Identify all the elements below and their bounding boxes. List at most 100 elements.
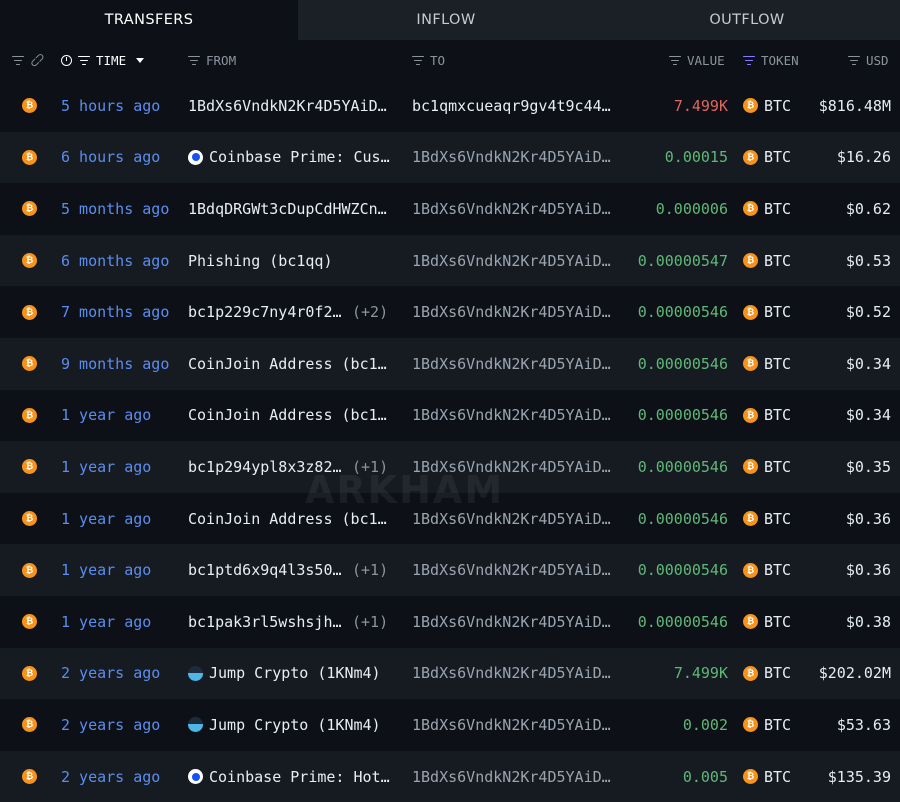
from-cell[interactable]: 1BdXs6VndkN2Kr4D5YAiD…: [188, 80, 398, 132]
to-address[interactable]: 1BdXs6VndkN2Kr4D5YAiD…: [412, 303, 611, 321]
from-address[interactable]: bc1p294ypl8x3z824…: [188, 458, 348, 476]
from-address[interactable]: Jump Crypto (1KNm4): [209, 716, 381, 734]
to-address[interactable]: 1BdXs6VndkN2Kr4D5YAiD…: [412, 716, 611, 734]
token-cell[interactable]: ₿ BTC: [743, 699, 803, 751]
token-cell[interactable]: ₿ BTC: [743, 235, 803, 287]
token-cell[interactable]: ₿ BTC: [743, 648, 803, 700]
from-address[interactable]: 1BdqDRGWt3cDupCdHWZCn…: [188, 200, 387, 218]
from-cell[interactable]: bc1p294ypl8x3z824… (+1): [188, 441, 398, 493]
from-cell[interactable]: Coinbase Prime: Cus…: [188, 132, 398, 184]
chain-filter[interactable]: ⊂⊃: [12, 40, 49, 80]
time-link[interactable]: 1 year ago: [61, 441, 181, 493]
table-row[interactable]: ₿ 1 year ago bc1ptd6x9q4l3s50h… (+1) 1BdX…: [0, 544, 900, 596]
time-link[interactable]: 2 years ago: [61, 699, 181, 751]
to-cell[interactable]: 1BdXs6VndkN2Kr4D5YAiD…: [412, 751, 617, 802]
from-address[interactable]: Phishing (bc1qq): [188, 252, 333, 270]
usd-column-header[interactable]: USD: [848, 40, 889, 80]
to-address[interactable]: 1BdXs6VndkN2Kr4D5YAiD…: [412, 561, 611, 579]
to-cell[interactable]: 1BdXs6VndkN2Kr4D5YAiD…: [412, 338, 617, 390]
to-cell[interactable]: bc1qmxcueaqr9gv4t9c44…: [412, 80, 617, 132]
to-cell[interactable]: 1BdXs6VndkN2Kr4D5YAiD…: [412, 699, 617, 751]
time-link[interactable]: 1 year ago: [61, 596, 181, 648]
token-cell[interactable]: ₿ BTC: [743, 544, 803, 596]
from-cell[interactable]: Jump Crypto (1KNm4): [188, 648, 398, 700]
table-row[interactable]: ₿ 2 years ago Jump Crypto (1KNm4) 1BdXs6…: [0, 699, 900, 751]
to-address[interactable]: 1BdXs6VndkN2Kr4D5YAiD…: [412, 664, 611, 682]
from-address[interactable]: 1BdXs6VndkN2Kr4D5YAiD…: [188, 97, 387, 115]
time-link[interactable]: 2 years ago: [61, 751, 181, 802]
time-link[interactable]: 1 year ago: [61, 390, 181, 442]
from-address[interactable]: bc1pak3rl5wshsjhz…: [188, 613, 348, 631]
token-cell[interactable]: ₿ BTC: [743, 132, 803, 184]
to-cell[interactable]: 1BdXs6VndkN2Kr4D5YAiD…: [412, 544, 617, 596]
token-cell[interactable]: ₿ BTC: [743, 493, 803, 545]
to-cell[interactable]: 1BdXs6VndkN2Kr4D5YAiD…: [412, 596, 617, 648]
to-address[interactable]: 1BdXs6VndkN2Kr4D5YAiD…: [412, 252, 611, 270]
token-cell[interactable]: ₿ BTC: [743, 80, 803, 132]
time-link[interactable]: 1 year ago: [61, 544, 181, 596]
table-row[interactable]: ₿ 1 year ago CoinJoin Address (bc1… 1BdX…: [0, 390, 900, 442]
from-address[interactable]: Coinbase Prime: Cus…: [209, 148, 390, 166]
value-column-header[interactable]: VALUE: [669, 40, 725, 80]
from-cell[interactable]: bc1pak3rl5wshsjhz… (+1): [188, 596, 398, 648]
table-row[interactable]: ₿ 1 year ago bc1pak3rl5wshsjhz… (+1) 1BdX…: [0, 596, 900, 648]
to-cell[interactable]: 1BdXs6VndkN2Kr4D5YAiD…: [412, 493, 617, 545]
table-row[interactable]: ₿ 2 years ago Coinbase Prime: Hot… 1BdXs…: [0, 750, 900, 802]
from-address[interactable]: CoinJoin Address (bc1…: [188, 355, 387, 373]
from-cell[interactable]: CoinJoin Address (bc1…: [188, 493, 398, 545]
time-link[interactable]: 5 hours ago: [61, 80, 181, 132]
from-cell[interactable]: Coinbase Prime: Hot…: [188, 751, 398, 802]
to-address[interactable]: 1BdXs6VndkN2Kr4D5YAiD…: [412, 148, 611, 166]
token-cell[interactable]: ₿ BTC: [743, 441, 803, 493]
to-cell[interactable]: 1BdXs6VndkN2Kr4D5YAiD…: [412, 648, 617, 700]
table-row[interactable]: ₿ 2 years ago Jump Crypto (1KNm4) 1BdXs6…: [0, 647, 900, 700]
to-cell[interactable]: 1BdXs6VndkN2Kr4D5YAiD…: [412, 441, 617, 493]
time-link[interactable]: 6 hours ago: [61, 132, 181, 184]
token-cell[interactable]: ₿ BTC: [743, 183, 803, 235]
to-address[interactable]: 1BdXs6VndkN2Kr4D5YAiD…: [412, 510, 611, 528]
to-cell[interactable]: 1BdXs6VndkN2Kr4D5YAiD…: [412, 390, 617, 442]
to-cell[interactable]: 1BdXs6VndkN2Kr4D5YAiD…: [412, 286, 617, 338]
to-cell[interactable]: 1BdXs6VndkN2Kr4D5YAiD…: [412, 183, 617, 235]
table-row[interactable]: ₿ 1 year ago CoinJoin Address (bc1… 1BdX…: [0, 493, 900, 545]
to-address[interactable]: 1BdXs6VndkN2Kr4D5YAiD…: [412, 355, 611, 373]
from-address[interactable]: Jump Crypto (1KNm4): [209, 664, 381, 682]
table-row[interactable]: ₿ 1 year ago bc1p294ypl8x3z824… (+1) 1BdX…: [0, 441, 900, 493]
from-column-header[interactable]: FROM: [188, 40, 236, 80]
from-cell[interactable]: Phishing (bc1qq): [188, 235, 398, 287]
token-cell[interactable]: ₿ BTC: [743, 596, 803, 648]
tab-inflow[interactable]: INFLOW: [298, 0, 594, 40]
time-link[interactable]: 6 months ago: [61, 235, 181, 287]
from-address[interactable]: bc1ptd6x9q4l3s50h…: [188, 561, 348, 579]
time-link[interactable]: 5 months ago: [61, 183, 181, 235]
table-row[interactable]: ₿ 6 months ago Phishing (bc1qq) 1BdXs6Vn…: [0, 234, 900, 287]
to-address[interactable]: 1BdXs6VndkN2Kr4D5YAiD…: [412, 768, 611, 786]
to-column-header[interactable]: TO: [412, 40, 445, 80]
from-cell[interactable]: Jump Crypto (1KNm4): [188, 699, 398, 751]
table-row[interactable]: ₿ 6 hours ago Coinbase Prime: Cus… 1BdXs…: [0, 131, 900, 184]
time-link[interactable]: 7 months ago: [61, 286, 181, 338]
token-cell[interactable]: ₿ BTC: [743, 751, 803, 802]
from-address[interactable]: Coinbase Prime: Hot…: [209, 768, 390, 786]
table-row[interactable]: ₿ 5 months ago 1BdqDRGWt3cDupCdHWZCn… 1B…: [0, 183, 900, 235]
from-cell[interactable]: bc1ptd6x9q4l3s50h… (+1): [188, 544, 398, 596]
from-address[interactable]: bc1p229c7ny4r0f2m…: [188, 303, 348, 321]
table-row[interactable]: ₿ 9 months ago CoinJoin Address (bc1… 1B…: [0, 337, 900, 390]
tab-transfers[interactable]: TRANSFERS: [0, 0, 298, 40]
to-address[interactable]: 1BdXs6VndkN2Kr4D5YAiD…: [412, 613, 611, 631]
token-cell[interactable]: ₿ BTC: [743, 390, 803, 442]
time-column-header[interactable]: TIME: [61, 40, 145, 80]
tab-outflow[interactable]: OUTFLOW: [594, 0, 900, 40]
to-address[interactable]: 1BdXs6VndkN2Kr4D5YAiD…: [412, 458, 611, 476]
from-cell[interactable]: bc1p229c7ny4r0f2m… (+2): [188, 286, 398, 338]
from-address[interactable]: CoinJoin Address (bc1…: [188, 510, 387, 528]
time-link[interactable]: 2 years ago: [61, 648, 181, 700]
from-cell[interactable]: CoinJoin Address (bc1…: [188, 338, 398, 390]
from-address[interactable]: CoinJoin Address (bc1…: [188, 406, 387, 424]
table-row[interactable]: ₿ 5 hours ago 1BdXs6VndkN2Kr4D5YAiD… bc1…: [0, 80, 900, 132]
table-row[interactable]: ₿ 7 months ago bc1p229c7ny4r0f2m… (+2) 1B…: [0, 286, 900, 338]
token-cell[interactable]: ₿ BTC: [743, 286, 803, 338]
to-address[interactable]: bc1qmxcueaqr9gv4t9c44…: [412, 97, 611, 115]
from-cell[interactable]: CoinJoin Address (bc1…: [188, 390, 398, 442]
to-address[interactable]: 1BdXs6VndkN2Kr4D5YAiD…: [412, 406, 611, 424]
